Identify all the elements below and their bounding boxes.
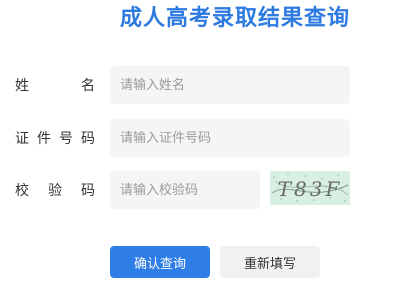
page-title: 成人高考录取结果查询 (119, 6, 350, 31)
name-label: 姓 名 (15, 66, 95, 104)
captcha-label-char: 验 (48, 183, 62, 199)
captcha-input[interactable] (110, 171, 260, 209)
reset-form-button[interactable]: 重新填写 (220, 246, 320, 278)
captcha-label-char: 码 (81, 183, 95, 199)
name-label-char: 姓 (15, 78, 29, 94)
captcha-image[interactable]: T83F (270, 171, 350, 205)
id-number-input[interactable] (110, 119, 350, 157)
captcha-label-char: 校 (15, 183, 29, 199)
captcha-label: 校 验 码 (15, 171, 95, 209)
name-label-char: 名 (81, 78, 95, 94)
id-number-label-char: 证 (15, 131, 29, 147)
id-number-label: 证 件 号 码 (15, 119, 95, 157)
id-number-label-char: 件 (37, 131, 51, 147)
submit-query-button[interactable]: 确认查询 (110, 246, 210, 278)
name-input[interactable] (110, 66, 350, 104)
id-number-label-char: 号 (59, 131, 73, 147)
id-number-label-char: 码 (81, 131, 95, 147)
captcha-text: T83F (278, 177, 343, 201)
